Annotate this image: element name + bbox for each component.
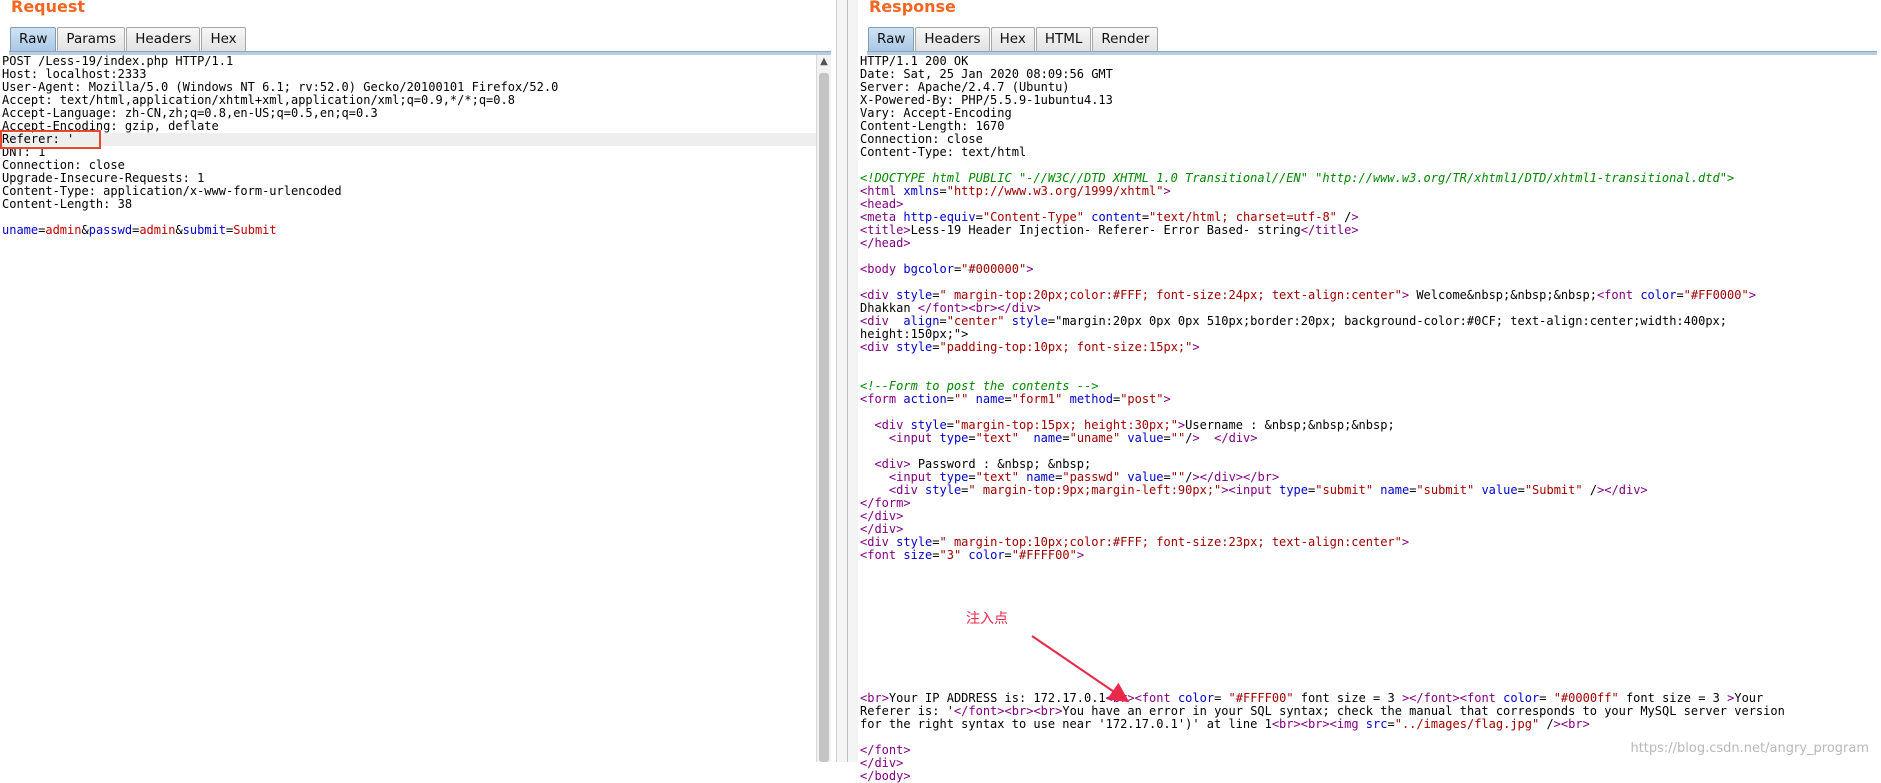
response-line: <div align="center" style="margin:20px 0… — [860, 314, 1727, 328]
response-line: </div> — [860, 756, 904, 770]
response-line: <div style="padding-top:10px; font-size:… — [860, 340, 1200, 354]
response-line: <form action="" name="form1" method="pos… — [860, 392, 1171, 406]
splitter-grip[interactable] — [847, 0, 848, 762]
response-line: <html xmlns="http://www.w3.org/1999/xhtm… — [860, 184, 1171, 198]
response-line — [860, 562, 1785, 575]
scroll-thumb[interactable] — [819, 73, 829, 762]
response-line — [860, 627, 1785, 640]
response-line — [860, 575, 1785, 588]
response-tab-hex[interactable]: Hex — [990, 27, 1035, 51]
request-pane: Request Raw Params Headers Hex POST /Les… — [0, 0, 836, 762]
response-line — [860, 666, 1785, 679]
response-tabs: Raw Headers Hex HTML Render — [868, 27, 1159, 51]
response-tab-raw[interactable]: Raw — [868, 27, 915, 51]
referer-highlight-box — [0, 130, 101, 149]
request-tab-params[interactable]: Params — [57, 27, 126, 51]
response-line — [860, 588, 1785, 601]
response-line: </body> — [860, 769, 911, 783]
response-line: </div> — [860, 509, 904, 523]
response-title: Response — [869, 0, 956, 16]
request-line: uname=admin&passwd=admin&submit=Submit — [2, 223, 277, 237]
request-line: Content-Length: 38 — [2, 197, 133, 211]
response-line: </head> — [860, 236, 911, 250]
response-line — [860, 354, 1785, 367]
response-line: Content-Length: 1670 — [860, 119, 1005, 133]
pane-splitter[interactable] — [836, 0, 860, 762]
response-tab-render[interactable]: Render — [1092, 27, 1159, 51]
request-tab-hex[interactable]: Hex — [201, 27, 246, 51]
response-tab-headers[interactable]: Headers — [915, 27, 990, 51]
response-line: <font size="3" color="#FFFF00"> — [860, 548, 1085, 562]
response-line: <input type="text" name="uname" value=""… — [888, 431, 1258, 445]
request-editor[interactable]: POST /Less-19/index.php HTTP/1.1 Host: lo… — [2, 55, 817, 762]
watermark: https://blog.csdn.net/angry_program — [1630, 741, 1869, 756]
response-tab-html[interactable]: HTML — [1035, 27, 1092, 51]
request-scrollbar[interactable]: ▲ — [816, 55, 831, 762]
response-line: for the right syntax to use near '172.17… — [860, 717, 1590, 731]
response-line: <title>Less-19 Header Injection- Referer… — [860, 223, 1359, 237]
request-title: Request — [11, 0, 86, 16]
request-tab-raw[interactable]: Raw — [10, 27, 57, 51]
request-tab-headers[interactable]: Headers — [126, 27, 201, 51]
request-line: Referer: ' — [2, 133, 817, 146]
request-tabs: Raw Params Headers Hex — [10, 27, 247, 51]
injection-point-label: 注入点 — [966, 611, 1008, 627]
response-line — [860, 640, 1785, 653]
response-line: <div style=" margin-top:9px;margin-left:… — [888, 483, 1648, 497]
response-pane: Response Raw Headers Hex HTML Render HTT… — [858, 0, 1881, 783]
response-line — [860, 653, 1785, 666]
response-editor[interactable]: HTTP/1.1 200 OK Date: Sat, 25 Jan 2020 08… — [860, 55, 1785, 783]
response-line: </form> — [860, 496, 911, 510]
response-line: <body bgcolor="#000000"> — [860, 262, 1034, 276]
response-line: Content-Type: text/html — [860, 145, 1027, 159]
request-line: Accept-Encoding: gzip, deflate — [2, 119, 219, 133]
scroll-up-arrow-icon[interactable]: ▲ — [817, 55, 831, 69]
